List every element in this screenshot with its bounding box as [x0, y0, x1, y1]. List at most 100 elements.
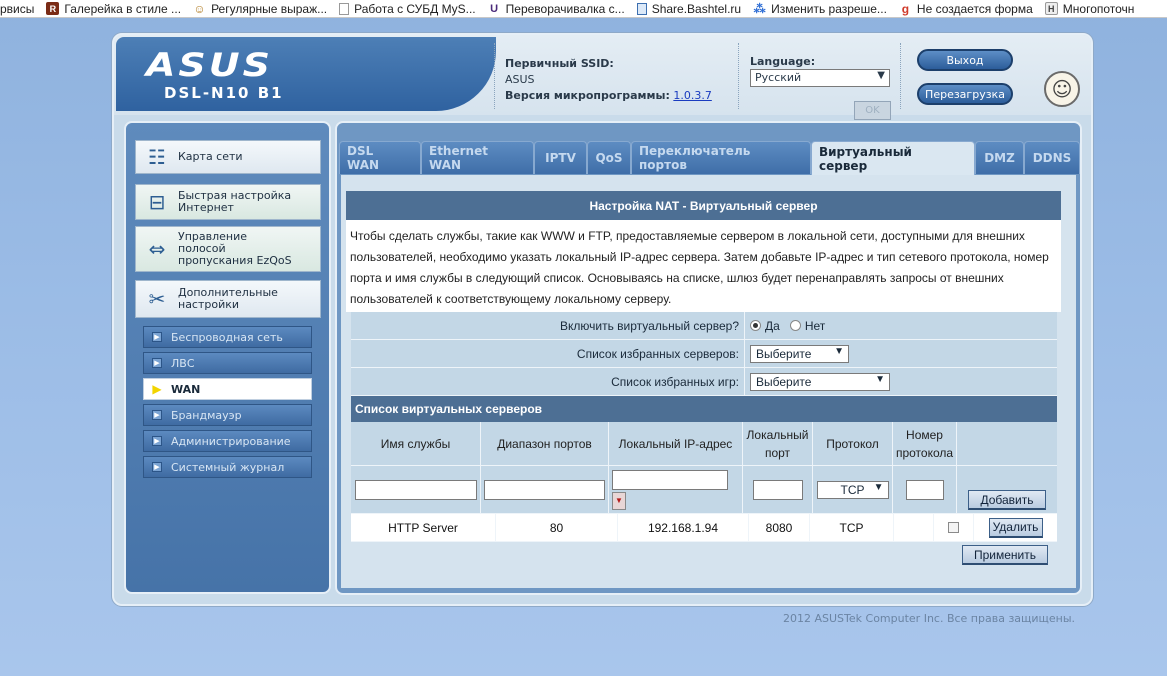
tab-label: DMZ	[984, 151, 1015, 165]
menu-label: Дополнительные настройки	[178, 286, 278, 311]
menu-label: Управление полосой пропускания EzQoS	[178, 230, 292, 267]
tab-label: Ethernet WAN	[429, 144, 488, 172]
protocol-select[interactable]: TCP ▼	[816, 480, 889, 499]
cell-proto-num	[894, 514, 934, 541]
submenu-label: Администрирование	[171, 434, 291, 448]
cell-ip: 192.168.1.94	[618, 514, 749, 541]
menu-network-map[interactable]: ☷ Карта сети	[135, 140, 321, 174]
brand-logo: ASUS	[146, 46, 274, 84]
bookmark-label: Работа с СУБД MyS...	[354, 1, 476, 16]
bookmark-item[interactable]: g Не создается форма	[895, 0, 1041, 17]
arrow-right-icon: ▶	[152, 462, 162, 472]
ssid-label: Первичный SSID:	[505, 57, 614, 70]
bookmark-item[interactable]: Share.Bashtel.ru	[633, 0, 749, 17]
language-ok-button[interactable]: OK	[854, 101, 891, 120]
menu-ezqos[interactable]: ⇔ Управление полосой пропускания EzQoS	[135, 226, 321, 272]
bookmark-item[interactable]: ☺ Регулярные выраж...	[189, 0, 335, 17]
column-header: Протокол	[813, 422, 893, 465]
submenu-wireless[interactable]: ▶ Беспроводная сеть	[143, 326, 312, 348]
fav-games-select[interactable]: Выберите ▼	[750, 372, 890, 391]
tab-qos[interactable]: QoS	[587, 141, 631, 174]
logout-button[interactable]: Выход	[917, 49, 1013, 71]
device-info: Первичный SSID: ASUS Версия микропрограм…	[494, 43, 738, 109]
submenu-wan[interactable]: ▶ WAN	[143, 378, 312, 400]
bookmarks-bar: рвисы R Галерейка в стиле ... ☺ Регулярные…	[0, 0, 1167, 18]
arrow-right-icon: ▶	[152, 410, 162, 420]
local-port-input[interactable]	[752, 479, 803, 500]
menu-label: Карта сети	[178, 150, 243, 163]
description-line: Чтобы сделать службы, такие как WWW и FT…	[350, 229, 1025, 243]
tab-label: QoS	[595, 151, 623, 165]
h-icon: H	[1044, 2, 1058, 15]
reboot-button[interactable]: Перезагрузка	[917, 83, 1013, 105]
tab-port-switch[interactable]: Переключатель портов	[631, 141, 811, 174]
menu-advanced[interactable]: ✂ Дополнительные настройки	[135, 280, 321, 318]
submenu-label: Беспроводная сеть	[171, 330, 283, 344]
arrow-right-icon: ▶	[152, 358, 162, 368]
submenu-firewall[interactable]: ▶ Брандмауэр	[143, 404, 312, 426]
bookmark-item[interactable]: Работа с СУБД MyS...	[335, 0, 484, 17]
submenu-label: ЛВС	[171, 356, 195, 370]
tab-dmz[interactable]: DMZ	[975, 141, 1024, 174]
bookmark-label: Share.Bashtel.ru	[651, 1, 742, 16]
enable-yes-label: Да	[765, 318, 780, 333]
tab-ddns[interactable]: DDNS	[1024, 141, 1080, 174]
language-select[interactable]: Русский ▼	[750, 69, 890, 87]
column-header: Номер протокола	[893, 422, 957, 465]
column-header: Диапазон портов	[481, 422, 609, 465]
submenu-label: WAN	[171, 382, 201, 396]
vs-table: Имя службы Диапазон портов Локальный IP-…	[351, 422, 1057, 565]
description-line: порта и имя службы в следующий список. О…	[350, 271, 1004, 285]
port-range-input[interactable]	[484, 479, 605, 500]
tab-label: IPTV	[545, 151, 576, 165]
submenu-lan[interactable]: ▶ ЛВС	[143, 352, 312, 374]
ip-dropdown-icon[interactable]: ▼	[612, 491, 626, 510]
menu-quick-setup[interactable]: ⊟ Быстрая настройка Интернет	[135, 184, 321, 220]
submenu-administration[interactable]: ▶ Администрирование	[143, 430, 312, 452]
bookmark-label: рвисы	[0, 1, 35, 16]
bookmark-item[interactable]: ⁂ Изменить разреше...	[749, 0, 895, 17]
enable-row: Включить виртуальный сервер? Да Нет	[351, 312, 1057, 340]
tab-dsl-wan[interactable]: DSL WAN	[339, 141, 421, 174]
fav-servers-label: Список избранных серверов:	[351, 340, 745, 367]
cell-local-port: 8080	[749, 514, 810, 541]
fav-servers-select[interactable]: Выберите ▼	[750, 344, 849, 363]
tab-ethernet-wan[interactable]: Ethernet WAN	[421, 141, 534, 174]
ssid-value: ASUS	[505, 73, 535, 86]
protocol-number-input[interactable]	[905, 479, 944, 500]
tab-iptv[interactable]: IPTV	[534, 141, 587, 174]
tab-bar: DSL WAN Ethernet WAN IPTV QoS Переключат…	[339, 141, 1080, 175]
submenu-system-log[interactable]: ▶ Системный журнал	[143, 456, 312, 478]
add-button[interactable]: Добавить	[968, 490, 1046, 510]
description-line: пользователей, необходимо указать локаль…	[350, 250, 1049, 264]
firmware-link[interactable]: 1.0.3.7	[673, 89, 711, 102]
cell-protocol: TCP	[810, 514, 894, 541]
bandwidth-icon: ⇔	[148, 237, 166, 261]
tab-label: DDNS	[1032, 151, 1072, 165]
service-name-input[interactable]	[354, 479, 477, 500]
row-select-checkbox[interactable]	[948, 522, 959, 533]
bookmark-item[interactable]: H Многопоточн	[1041, 0, 1143, 17]
submenu-label: Системный журнал	[171, 460, 285, 474]
apply-button[interactable]: Применить	[962, 545, 1048, 565]
enable-label: Включить виртуальный сервер?	[351, 312, 745, 339]
dots-icon: ⁂	[753, 1, 766, 16]
g-icon: g	[901, 1, 910, 16]
bookmark-item[interactable]: R Галерейка в стиле ...	[42, 0, 189, 17]
delete-button[interactable]: Удалить	[988, 517, 1043, 538]
tab-virtual-server[interactable]: Виртуальный сервер	[811, 141, 975, 175]
enable-yes-radio[interactable]	[750, 320, 761, 331]
column-header-empty	[957, 422, 1057, 465]
tab-label: Переключатель портов	[639, 144, 751, 172]
bookmark-label: Не создается форма	[916, 1, 1033, 16]
dropdown-arrow-icon: ▼	[873, 481, 884, 493]
copyright: 2012 ASUSTek Computer Inc. Все права защ…	[783, 612, 1076, 625]
local-ip-input[interactable]	[612, 469, 728, 490]
document-icon	[339, 2, 350, 15]
bookmark-item[interactable]: рвисы	[0, 0, 42, 17]
column-header: Локальный IP-адрес	[609, 422, 743, 465]
section-description: Чтобы сделать службы, такие как WWW и FT…	[346, 220, 1061, 312]
bookmark-label: Переворачивалка с...	[505, 1, 625, 16]
bookmark-item[interactable]: U Переворачивалка с...	[484, 0, 633, 17]
enable-no-radio[interactable]	[789, 320, 801, 331]
